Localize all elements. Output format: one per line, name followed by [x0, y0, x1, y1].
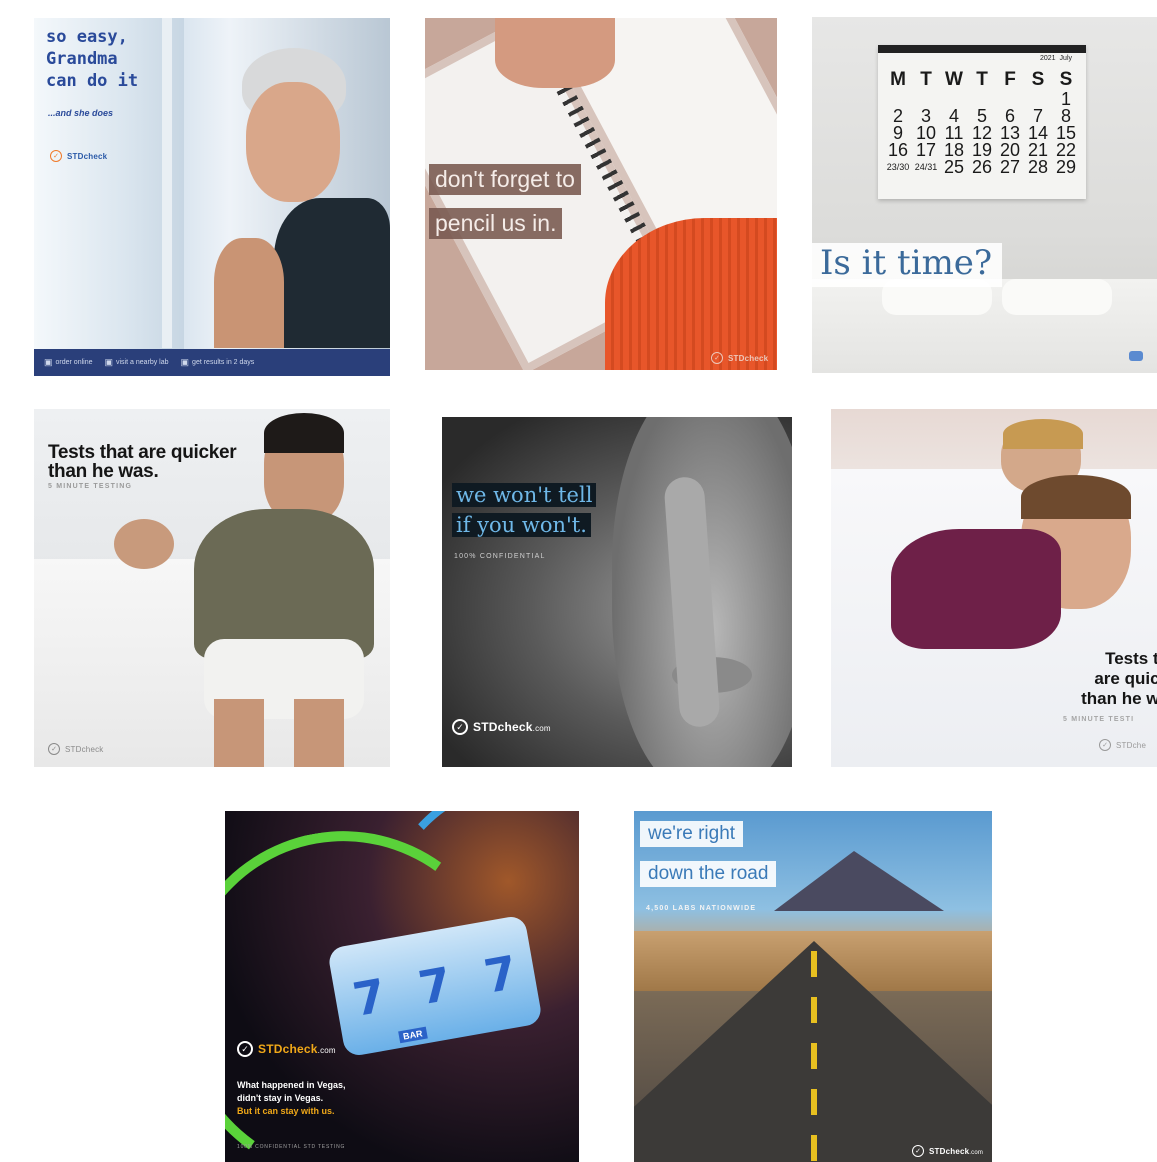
- line-2: down the road: [640, 861, 777, 887]
- grandma-photo: [184, 48, 390, 348]
- calendar-month: July: [1059, 55, 1072, 62]
- tagline: ...and she does: [48, 108, 114, 118]
- footer: 100% CONFIDENTIAL STD TESTING: [237, 1144, 346, 1150]
- footer-item-3: get results in 2 days: [192, 359, 255, 366]
- stdcheck-logo: ✓ STDcheck: [50, 150, 107, 162]
- headline: so easy, Grandma can do it: [46, 26, 138, 92]
- calendar-icon: ▣: [180, 357, 190, 367]
- checkmark-logo-icon: ✓: [50, 150, 62, 162]
- headline-line-1: Tests that are quicker: [48, 442, 237, 463]
- footer-bar: ▣ order online ▣ visit a nearby lab ▣ ge…: [34, 349, 390, 376]
- headline: Tests that are quicker than he was.: [48, 442, 237, 482]
- ad-secret: we won't tell if you won't. 100% CONFIDE…: [442, 417, 792, 767]
- face-photo: [582, 417, 792, 767]
- stdcheck-logo: ✓ STDcheck.com: [452, 719, 551, 735]
- woman-shirt: [891, 529, 1061, 649]
- calendar-grid: M T W T F S S 1 2345678 9 10 11 12 13 14 15 16…: [884, 69, 1080, 176]
- mountain: [774, 851, 944, 911]
- ad-quicker-man: Tests that are quicker than he was. 5 MI…: [34, 409, 390, 767]
- checkmark-logo-icon: ✓: [237, 1041, 253, 1057]
- footer-item-1: order online: [55, 359, 93, 366]
- logo-text: STDcheck: [67, 151, 108, 161]
- ad-quicker-woman: Tests th are quick than he wa 5 MINUTE T…: [831, 409, 1157, 767]
- headline: Is it time?: [812, 243, 1003, 287]
- days-header: M T W T F S S: [890, 69, 1073, 90]
- ad-road: we're right down the road 4,500 LABS NAT…: [634, 811, 992, 1162]
- ad-planner: don't forget to pencil us in. ✓ STDcheck: [425, 18, 777, 370]
- stdcheck-logo: ✓ STDche: [1099, 739, 1146, 751]
- calendar-poster: 2021 July M T W T F S S 1 2345678 9 10 11 1…: [878, 45, 1086, 199]
- logo-text: STDcheck.com: [929, 1146, 984, 1156]
- stdcheck-logo: ✓ STDcheck.com: [237, 1041, 336, 1057]
- road-center-line: [811, 951, 817, 1162]
- ad-grandma: so easy, Grandma can do it ...and she do…: [34, 18, 390, 376]
- stdcheck-logo: ✓ STDcheck: [48, 743, 104, 755]
- headline-line-3: than he wa: [1081, 689, 1157, 708]
- line-2: if you won't.: [452, 513, 591, 537]
- ad-calendar: 2021 July M T W T F S S 1 2345678 9 10 11 1…: [812, 17, 1157, 373]
- checkmark-logo-icon: [1129, 351, 1143, 361]
- subheadline: 4,500 LABS NATIONWIDE: [646, 905, 757, 912]
- hand: [495, 18, 615, 88]
- copy-highlight: But it can stay with us.: [237, 1106, 335, 1116]
- headline-line-2: Grandma: [46, 49, 118, 69]
- logo-text: STDcheck.com: [258, 1042, 336, 1056]
- lab-icon: ▣: [104, 357, 113, 367]
- ad-vegas: 7 7 7 BAR ✓ STDcheck.com What happened i…: [225, 811, 579, 1162]
- calendar-year: 2021: [1039, 55, 1056, 62]
- sleeping-man: [114, 519, 174, 569]
- logo-text: STDcheck.com: [473, 720, 551, 734]
- cart-icon: ▣: [44, 357, 53, 367]
- checkmark-logo-icon: ✓: [48, 743, 60, 755]
- headline-line-1: Tests th: [1105, 649, 1157, 668]
- logo-text: STDcheck: [65, 744, 104, 754]
- copy-line-2: didn't stay in Vegas.: [237, 1093, 324, 1103]
- subheadline: 100% CONFIDENTIAL: [454, 553, 546, 560]
- line-1: we're right: [640, 821, 744, 847]
- headline: Tests th are quick than he wa: [1049, 649, 1157, 709]
- line-1: don't forget to: [429, 164, 581, 195]
- headline-line-2: than he was.: [48, 461, 159, 482]
- copy-line-1: What happened in Vegas,: [237, 1080, 346, 1090]
- stdcheck-logo: ✓ STDcheck: [711, 352, 768, 364]
- checkmark-logo-icon: ✓: [1099, 739, 1111, 751]
- line-2: pencil us in.: [429, 208, 563, 239]
- footer-item-2: visit a nearby lab: [116, 359, 169, 366]
- window-mullion: [162, 18, 172, 348]
- subheadline: 5 MINUTE TESTING: [48, 483, 133, 490]
- body-copy: What happened in Vegas, didn't stay in V…: [237, 1079, 346, 1118]
- line-1: we won't tell: [452, 483, 597, 507]
- logo-text: STDcheck: [728, 353, 769, 363]
- logo-text: STDche: [1116, 740, 1147, 750]
- checkmark-logo-icon: ✓: [912, 1145, 924, 1157]
- stdcheck-logo: ✓ STDcheck.com: [912, 1145, 983, 1157]
- calendar-weeks: 1 2345678 9 10 11 12 13 14 15 16 17 18 19 20 21 22 2…: [886, 89, 1077, 177]
- headline-line-3: can do it: [46, 71, 139, 91]
- checkmark-logo-icon: ✓: [711, 352, 723, 364]
- headline-line-1: so easy,: [46, 27, 128, 47]
- subheadline: 5 MINUTE TESTI: [1063, 716, 1135, 723]
- headline-line-2: are quick: [1094, 669, 1157, 688]
- checkmark-logo-icon: ✓: [452, 719, 468, 735]
